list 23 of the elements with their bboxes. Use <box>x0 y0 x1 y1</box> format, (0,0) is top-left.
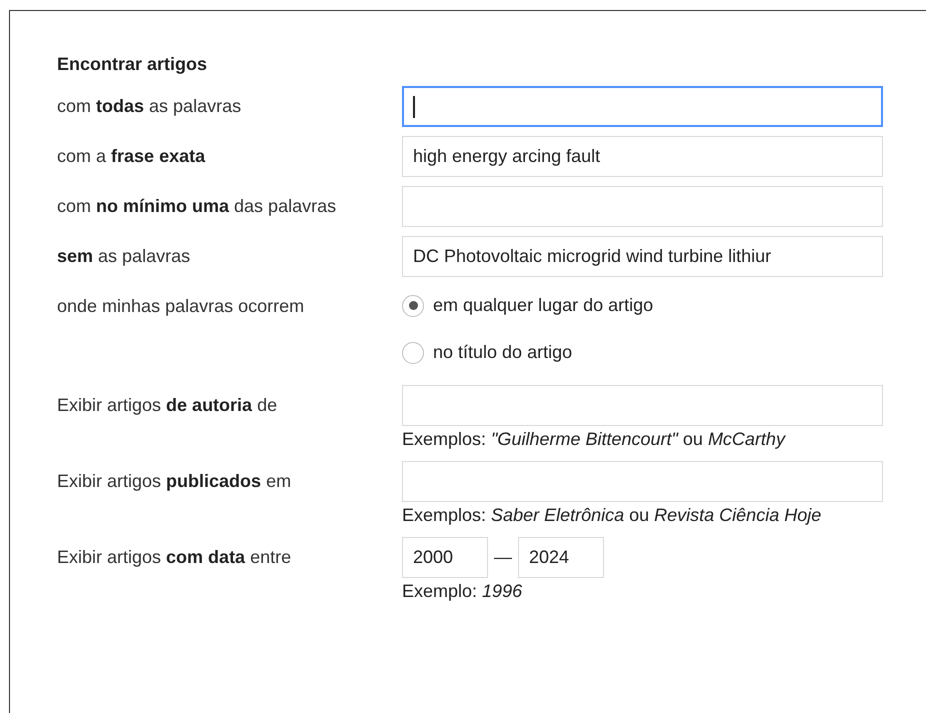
range-separator: — <box>494 547 512 568</box>
field-label: sem as palavras <box>57 245 192 268</box>
radio-button[interactable] <box>402 342 424 364</box>
input-field[interactable]: DC Photovoltaic microgrid wind turbine lithiur <box>402 236 883 277</box>
input-field[interactable]: 2000 <box>402 537 488 578</box>
hint-text: Exemplo: 1996 <box>402 580 524 603</box>
input-field[interactable] <box>402 86 883 127</box>
text-cursor <box>413 96 415 118</box>
radio-button[interactable] <box>402 294 424 316</box>
input-field[interactable]: high energy arcing fault <box>402 136 883 177</box>
hint-text: Exemplos: Saber Eletrônica ou Revista Ciência Hoje <box>402 504 822 527</box>
field-label: com no mínimo uma das palavras <box>57 195 338 218</box>
field-label: com a frase exata <box>57 145 206 168</box>
section-heading: Encontrar artigos <box>57 53 208 75</box>
radio-label[interactable]: no título do artigo <box>433 342 572 363</box>
field-label: Exibir artigos de autoria de <box>57 394 278 417</box>
hint-text: Exemplos: "Guilherme Bittencourt" ou McCarthy <box>402 428 787 451</box>
radio-label[interactable]: em qualquer lugar do artigo <box>433 295 654 316</box>
field-label: Exibir artigos publicados em <box>57 470 292 493</box>
field-label: onde minhas palavras ocorrem <box>57 295 306 318</box>
input-field[interactable]: 2024 <box>518 537 604 578</box>
field-label: Exibir artigos com data entre <box>57 546 292 569</box>
field-label: com todas as palavras <box>57 95 242 118</box>
